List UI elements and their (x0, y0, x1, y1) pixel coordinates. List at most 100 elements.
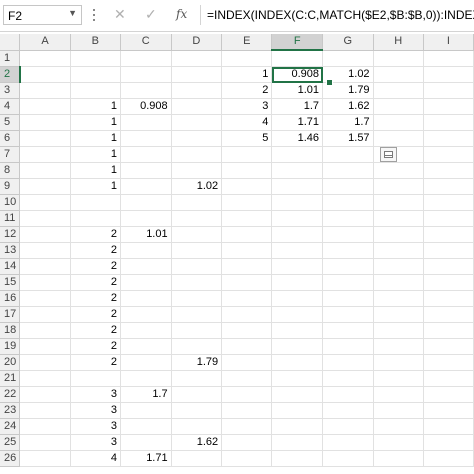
cell-c14[interactable] (120, 258, 172, 275)
cell-f12[interactable] (271, 226, 324, 243)
cell-g13[interactable] (322, 242, 374, 259)
cell-c18[interactable] (120, 322, 172, 339)
row-header-2[interactable]: 2 (0, 66, 21, 83)
cell-c11[interactable] (120, 210, 172, 227)
cell-d10[interactable] (171, 194, 223, 211)
cell-g16[interactable] (322, 290, 374, 307)
cell-a9[interactable] (19, 178, 71, 195)
cell-c10[interactable] (120, 194, 172, 211)
cell-i6[interactable] (423, 130, 474, 147)
cell-g23[interactable] (322, 402, 374, 419)
column-header-d[interactable]: D (171, 34, 223, 51)
cell-h13[interactable] (373, 242, 424, 259)
cell-g11[interactable] (322, 210, 374, 227)
cell-a18[interactable] (19, 322, 71, 339)
chevron-down-icon[interactable]: ▼ (68, 8, 77, 18)
column-header-f[interactable]: F (271, 34, 324, 51)
cell-a3[interactable] (19, 82, 71, 99)
cell-f13[interactable] (271, 242, 324, 259)
cell-h24[interactable] (373, 418, 424, 435)
cell-h2[interactable] (373, 66, 424, 83)
cell-i2[interactable] (423, 66, 474, 83)
cell-d9[interactable]: 1.02 (171, 178, 223, 195)
cell-b18[interactable]: 2 (70, 322, 121, 339)
cell-h15[interactable] (373, 274, 424, 291)
cell-a16[interactable] (19, 290, 71, 307)
cell-h22[interactable] (373, 386, 424, 403)
cell-e5[interactable]: 4 (221, 114, 273, 131)
column-header-c[interactable]: C (120, 34, 172, 51)
cell-a5[interactable] (19, 114, 71, 131)
cell-a22[interactable] (19, 386, 71, 403)
quick-analysis-icon[interactable] (380, 147, 397, 162)
cell-d14[interactable] (171, 258, 223, 275)
cell-g7[interactable] (322, 146, 374, 163)
cell-f10[interactable] (271, 194, 324, 211)
cell-c20[interactable] (120, 354, 172, 371)
cell-c6[interactable] (120, 130, 172, 147)
cell-e2[interactable]: 1 (221, 66, 273, 83)
cell-d21[interactable] (171, 370, 223, 387)
cell-e8[interactable] (221, 162, 273, 179)
cell-e12[interactable] (221, 226, 273, 243)
cell-i15[interactable] (423, 274, 474, 291)
cell-h26[interactable] (373, 450, 424, 467)
cell-g25[interactable] (322, 434, 374, 451)
cell-d22[interactable] (171, 386, 223, 403)
cell-d23[interactable] (171, 402, 223, 419)
cell-g1[interactable] (322, 50, 374, 67)
cell-h4[interactable] (373, 98, 424, 115)
cell-h3[interactable] (373, 82, 424, 99)
cell-i23[interactable] (423, 402, 474, 419)
row-header-10[interactable]: 10 (0, 194, 21, 211)
cell-i12[interactable] (423, 226, 474, 243)
cell-e7[interactable] (221, 146, 273, 163)
cell-b8[interactable]: 1 (70, 162, 121, 179)
cell-b4[interactable]: 1 (70, 98, 121, 115)
row-header-19[interactable]: 19 (0, 338, 21, 355)
cell-a14[interactable] (19, 258, 71, 275)
cell-h19[interactable] (373, 338, 424, 355)
cell-i26[interactable] (423, 450, 474, 467)
cell-g15[interactable] (322, 274, 374, 291)
cell-d16[interactable] (171, 290, 223, 307)
drag-handle-icon[interactable] (93, 9, 95, 23)
cell-b24[interactable]: 3 (70, 418, 121, 435)
cell-i1[interactable] (423, 50, 474, 67)
cell-i11[interactable] (423, 210, 474, 227)
cell-h16[interactable] (373, 290, 424, 307)
cell-h25[interactable] (373, 434, 424, 451)
cell-c12[interactable]: 1.01 (120, 226, 172, 243)
cell-e20[interactable] (221, 354, 273, 371)
cell-e22[interactable] (221, 386, 273, 403)
cell-i22[interactable] (423, 386, 474, 403)
row-header-12[interactable]: 12 (0, 226, 21, 243)
cell-b20[interactable]: 2 (70, 354, 121, 371)
cell-d26[interactable] (171, 450, 223, 467)
cell-h12[interactable] (373, 226, 424, 243)
cell-b7[interactable]: 1 (70, 146, 121, 163)
cell-a7[interactable] (19, 146, 71, 163)
cell-b9[interactable]: 1 (70, 178, 121, 195)
cell-c5[interactable] (120, 114, 172, 131)
row-header-25[interactable]: 25 (0, 434, 21, 451)
cell-c22[interactable]: 1.7 (120, 386, 172, 403)
cell-c2[interactable] (120, 66, 172, 83)
cell-e15[interactable] (221, 274, 273, 291)
cell-d11[interactable] (171, 210, 223, 227)
row-header-16[interactable]: 16 (0, 290, 21, 307)
cell-a20[interactable] (19, 354, 71, 371)
cell-b25[interactable]: 3 (70, 434, 121, 451)
cell-i3[interactable] (423, 82, 474, 99)
cell-e11[interactable] (221, 210, 273, 227)
cell-g21[interactable] (322, 370, 374, 387)
cell-i5[interactable] (423, 114, 474, 131)
cell-b23[interactable]: 3 (70, 402, 121, 419)
cell-h8[interactable] (373, 162, 424, 179)
cell-a12[interactable] (19, 226, 71, 243)
column-header-h[interactable]: H (373, 34, 424, 51)
cell-a13[interactable] (19, 242, 71, 259)
cell-f22[interactable] (271, 386, 324, 403)
cell-b5[interactable]: 1 (70, 114, 121, 131)
cell-h9[interactable] (373, 178, 424, 195)
